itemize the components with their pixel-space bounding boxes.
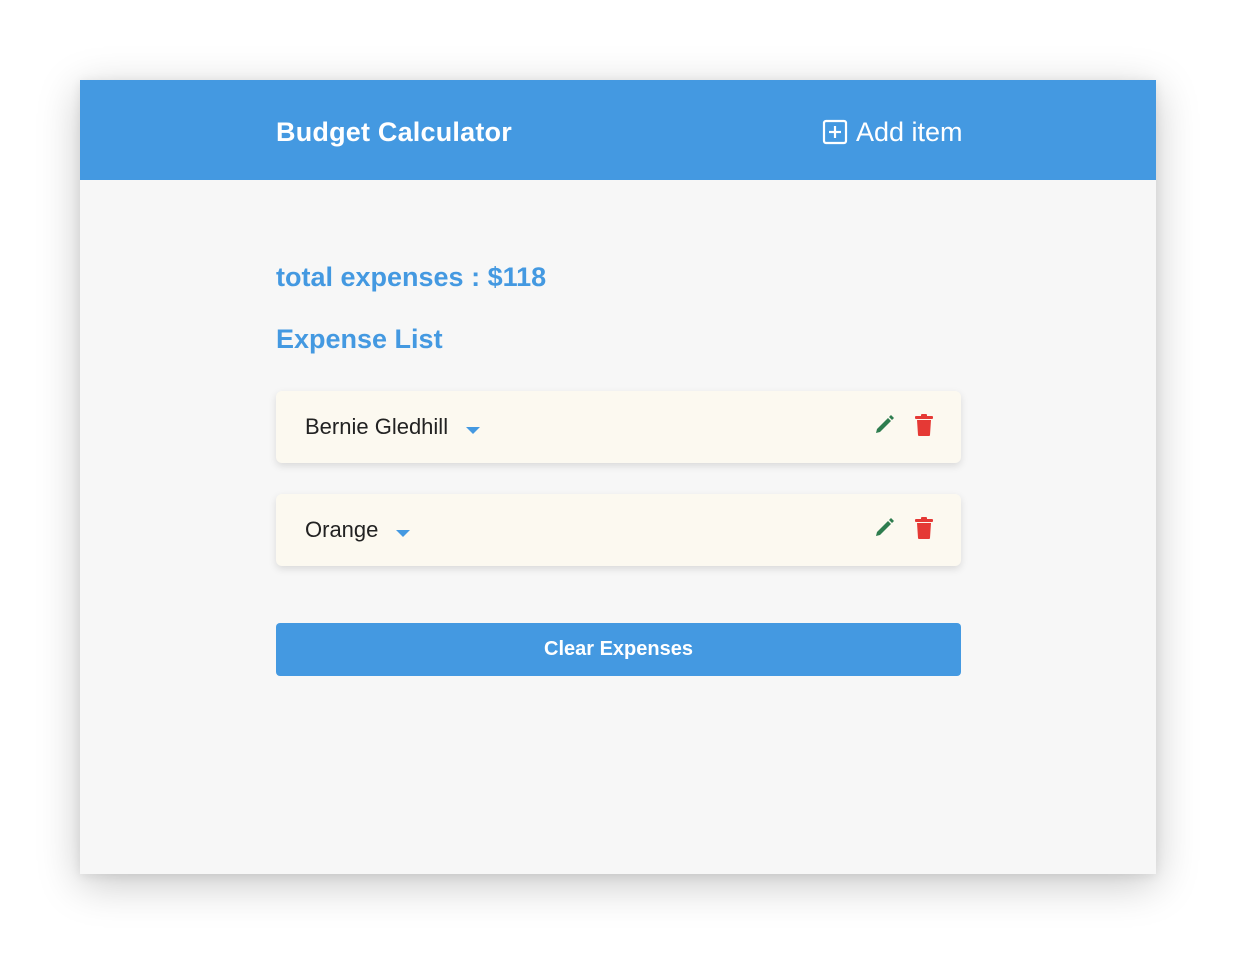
delete-button[interactable]	[913, 413, 935, 437]
expense-list: Bernie Gledhill Orange	[276, 391, 961, 597]
app-window: Budget Calculator Add item total expense…	[80, 80, 1156, 874]
edit-button[interactable]	[874, 413, 896, 435]
total-expenses: total expenses : $118	[276, 262, 547, 292]
expense-item: Orange	[276, 494, 961, 566]
expense-name-label: Bernie Gledhill	[305, 414, 449, 439]
edit-button[interactable]	[874, 516, 896, 538]
expense-name: Orange	[305, 517, 411, 543]
expense-name: Bernie Gledhill	[305, 414, 481, 440]
app-title: Budget Calculator	[276, 117, 512, 147]
add-item-button[interactable]: Add item	[822, 114, 963, 150]
pencil-icon	[876, 415, 894, 433]
expense-name-label: Orange	[305, 517, 379, 542]
expense-list-title: Expense List	[276, 324, 443, 354]
expense-item: Bernie Gledhill	[276, 391, 961, 463]
trash-icon	[915, 517, 933, 539]
caret-down-icon[interactable]	[396, 529, 411, 537]
navbar: Budget Calculator Add item	[80, 80, 1156, 180]
pencil-icon	[876, 518, 894, 536]
add-item-label: Add item	[856, 116, 963, 147]
clear-expenses-button[interactable]: Clear Expenses	[276, 623, 961, 676]
delete-button[interactable]	[913, 516, 935, 540]
caret-down-icon[interactable]	[466, 426, 481, 434]
plus-square-icon	[822, 119, 848, 145]
trash-icon	[915, 414, 933, 436]
